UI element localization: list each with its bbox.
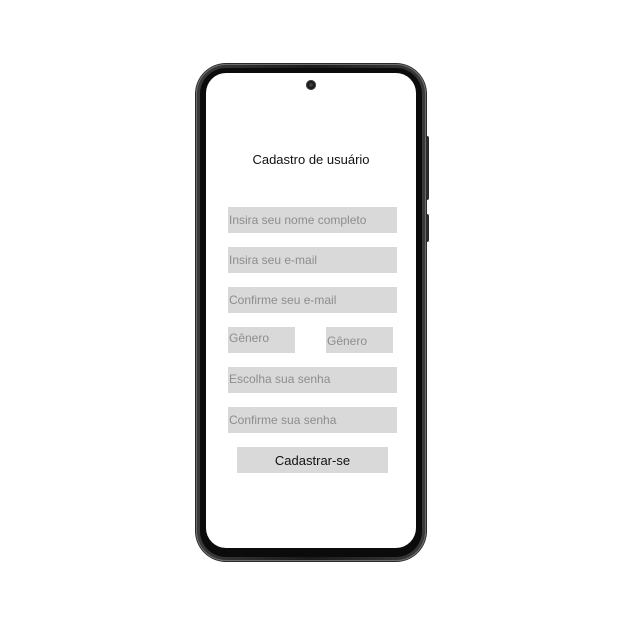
volume-button	[426, 214, 429, 242]
canvas: Cadastro de usuário Cadastrar-se	[0, 0, 626, 626]
confirm-email-input[interactable]	[228, 287, 397, 313]
confirm-password-input[interactable]	[228, 407, 397, 433]
full-name-input[interactable]	[228, 207, 397, 233]
password-input[interactable]	[228, 367, 397, 393]
front-camera-icon	[306, 80, 316, 90]
page-title: Cadastro de usuário	[252, 152, 370, 167]
gender-input-1[interactable]	[228, 327, 295, 353]
register-button[interactable]: Cadastrar-se	[237, 447, 388, 473]
gender-input-2[interactable]	[326, 327, 393, 353]
email-input[interactable]	[228, 247, 397, 273]
power-button	[426, 136, 429, 200]
